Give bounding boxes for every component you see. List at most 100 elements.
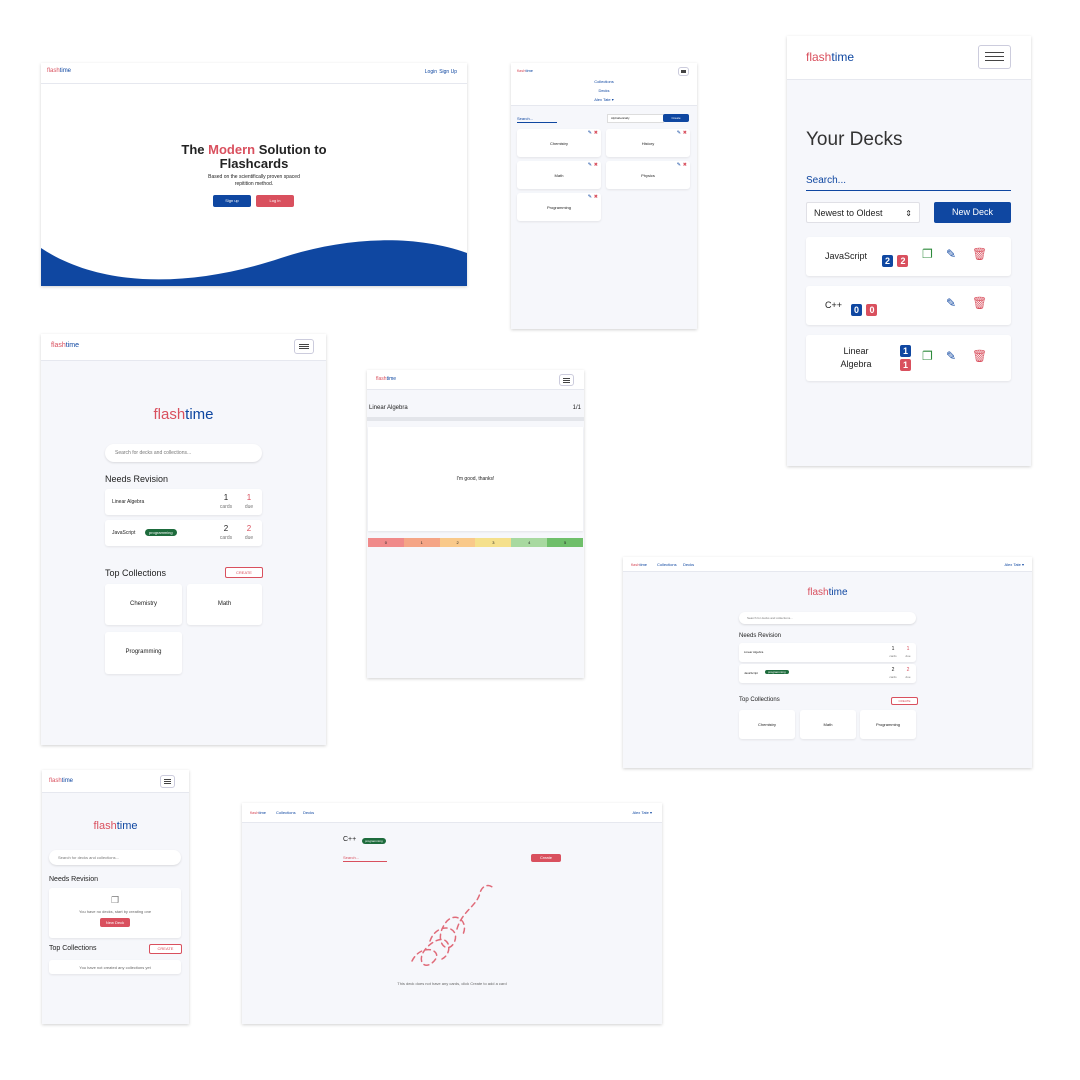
menu-item-user[interactable]: Alex Tate ▾ [511, 97, 697, 102]
trash-icon[interactable]: 🗑 [972, 247, 987, 261]
home-navbar: flashtime [41, 334, 326, 361]
edit-icon[interactable]: ✎ [588, 162, 592, 168]
brand-logo[interactable]: flashtime [49, 778, 73, 784]
menu-item-collections[interactable]: Collections [511, 79, 697, 84]
menu-toggle-button[interactable] [559, 374, 574, 386]
collection-card[interactable]: Programming ✎ ✖ [517, 193, 601, 221]
edit-icon[interactable]: ✎ [677, 130, 681, 136]
deck-title: Linear Algebra [369, 405, 408, 411]
collection-card[interactable]: Physics ✎ ✖ [606, 161, 690, 189]
brand-logo[interactable]: flashtime [806, 50, 854, 64]
collection-card[interactable]: Chemistry ✎ ✖ [517, 129, 601, 157]
search-input[interactable]: Search... [517, 116, 533, 121]
signup-link[interactable]: Sign Up [439, 69, 457, 75]
rating-2-button[interactable]: 2 [439, 538, 476, 547]
menu-toggle-button[interactable] [160, 775, 175, 788]
deck-row[interactable]: Linear Algebra 1 1 ❐ ✎ 🗑 [806, 335, 1011, 381]
nav-decks-link[interactable]: Decks [303, 810, 314, 815]
collection-card[interactable]: Programming [860, 710, 916, 739]
collection-card[interactable]: Chemistry [105, 584, 182, 625]
decks-screenshot: flashtime Your Decks Search... Newest to… [787, 36, 1031, 466]
deck-row[interactable]: C++ 0 0 ✎ 🗑 [806, 286, 1011, 325]
search-input[interactable]: Search for decks and collections... [739, 612, 916, 624]
edit-icon[interactable]: ✎ [946, 247, 956, 261]
study-icon[interactable]: ❐ [922, 247, 933, 261]
edit-icon[interactable]: ✎ [946, 349, 956, 363]
section-title: Top Collections [49, 945, 97, 952]
revision-row[interactable]: Linear Algebra 1 1 cards due [105, 489, 262, 515]
collection-card[interactable]: Math ✎ ✖ [517, 161, 601, 189]
create-button[interactable]: CREATE [149, 944, 182, 954]
brand-logo[interactable]: flashtime [51, 342, 79, 349]
rating-3-button[interactable]: 3 [475, 538, 512, 547]
edit-icon[interactable]: ✎ [588, 130, 592, 136]
nav-collections-link[interactable]: Collections [276, 810, 296, 815]
search-underline [806, 190, 1011, 191]
user-menu[interactable]: Alex Tate ▾ [1005, 562, 1025, 567]
section-title: Needs Revision [49, 876, 99, 883]
trash-icon[interactable]: 🗑 [972, 296, 987, 310]
edit-icon[interactable]: ✎ [946, 296, 956, 310]
create-button[interactable]: Create [663, 114, 689, 122]
flashcard[interactable]: I'm good, thanks! [368, 427, 583, 531]
section-title: Needs Revision [105, 474, 169, 484]
landing-navbar: flashtime Login Sign Up [41, 63, 467, 84]
deck-name: Linear Algebra [840, 346, 872, 369]
deck-row[interactable]: JavaScript 2 2 ❐ ✎ 🗑 [806, 237, 1011, 276]
collections-screenshot: flashtime Collections Decks Alex Tate ▾ … [511, 63, 697, 329]
trash-icon[interactable]: ✖ [594, 194, 598, 200]
login-button[interactable]: Log in [256, 195, 294, 207]
menu-toggle-button[interactable] [978, 45, 1011, 69]
trash-icon[interactable]: ✖ [594, 130, 598, 136]
login-link[interactable]: Login [425, 69, 437, 75]
new-deck-button[interactable]: New Deck [934, 202, 1011, 223]
brand-logo[interactable]: flashtime [517, 68, 533, 73]
edit-icon[interactable]: ✎ [588, 194, 592, 200]
sort-select[interactable]: Newest to Oldest ⇕ [806, 202, 920, 223]
empty-deck-navbar: flashtime Collections Decks Alex Tate ▾ [242, 803, 662, 823]
search-input[interactable]: Search... [806, 175, 846, 186]
study-icon[interactable]: ❐ [922, 349, 933, 363]
revision-row[interactable]: JavaScript programming 2 2 cards due [739, 664, 916, 683]
brand-logo[interactable]: flashtime [47, 68, 71, 74]
nav-collections-link[interactable]: Collections [657, 562, 677, 567]
brand-logo[interactable]: flashtime [631, 562, 647, 567]
rating-0-button[interactable]: 0 [368, 538, 404, 547]
search-input[interactable]: Search for decks and collections... [105, 444, 262, 462]
rating-4-button[interactable]: 4 [511, 538, 548, 547]
sort-select[interactable]: Alphabetically [607, 114, 664, 123]
rating-5-button[interactable]: 5 [547, 538, 583, 547]
collection-card[interactable]: Chemistry [739, 710, 795, 739]
collection-card[interactable]: Programming [105, 632, 182, 674]
hero-subtitle: Based on the scientifically proven space… [208, 174, 300, 187]
landing-screenshot: flashtime Login Sign Up The Modern Solut… [41, 63, 467, 286]
trash-icon[interactable]: ✖ [594, 162, 598, 168]
revision-row[interactable]: JavaScript programming 2 2 cards due [105, 520, 262, 546]
edit-icon[interactable]: ✎ [677, 162, 681, 168]
rating-1-button[interactable]: 1 [403, 538, 440, 547]
collections-navbar: flashtime Collections Decks Alex Tate ▾ [511, 63, 697, 106]
trash-icon[interactable]: ✖ [683, 130, 687, 136]
nav-decks-link[interactable]: Decks [683, 562, 694, 567]
search-input[interactable]: Search... [343, 855, 359, 860]
new-deck-button[interactable]: New Deck [100, 918, 130, 927]
section-title: Top Collections [739, 697, 780, 703]
create-button[interactable]: Create [531, 854, 561, 862]
collection-card[interactable]: History ✎ ✖ [606, 129, 690, 157]
study-screenshot: flashtime Linear Algebra 1/1 I'm good, t… [367, 370, 584, 678]
revision-row[interactable]: Linear Algebra 1 1 cards due [739, 643, 916, 662]
brand-logo[interactable]: flashtime [376, 376, 396, 382]
create-button[interactable]: CREATE [891, 697, 918, 705]
user-menu[interactable]: Alex Tate ▾ [633, 810, 653, 815]
trash-icon[interactable]: ✖ [683, 162, 687, 168]
brand-logo[interactable]: flashtime [250, 810, 266, 815]
collection-card[interactable]: Math [187, 584, 262, 625]
collection-card[interactable]: Math [800, 710, 856, 739]
menu-toggle-button[interactable] [678, 67, 689, 76]
trash-icon[interactable]: 🗑 [972, 349, 987, 363]
menu-item-decks[interactable]: Decks [511, 88, 697, 93]
signup-button[interactable]: Sign up [213, 195, 251, 207]
create-button[interactable]: CREATE [225, 567, 263, 578]
search-input[interactable]: Search for decks and collections... [49, 850, 181, 865]
menu-toggle-button[interactable] [294, 339, 314, 354]
